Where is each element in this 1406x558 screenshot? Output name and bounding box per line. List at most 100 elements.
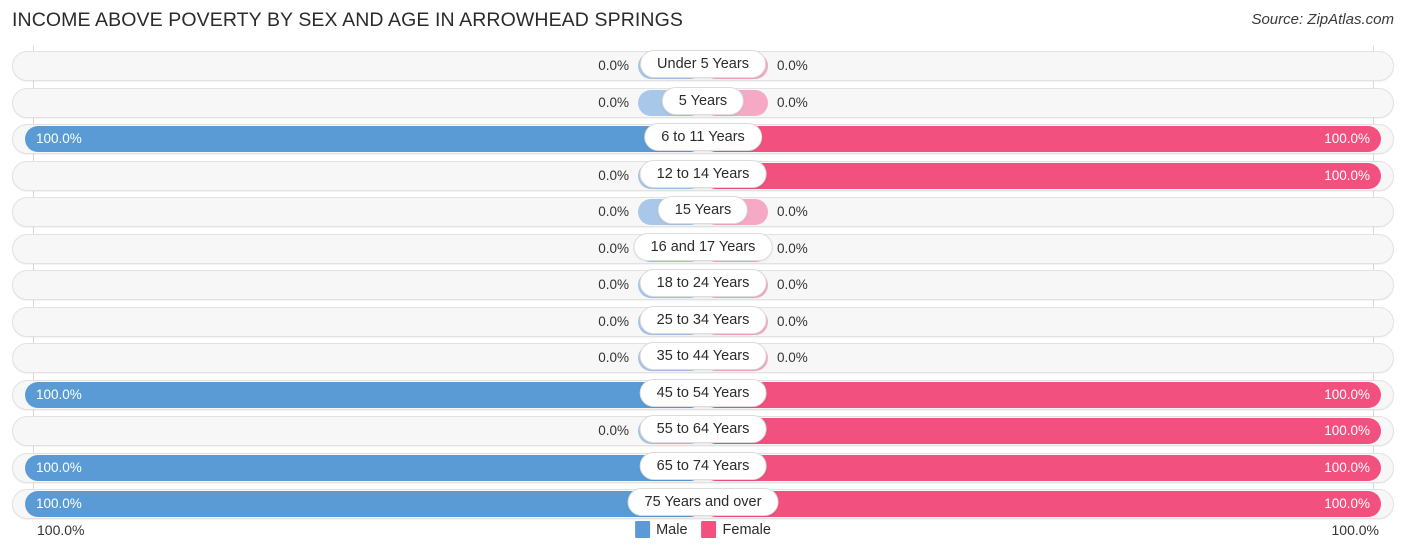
male-half: 0.0%: [25, 345, 703, 371]
category-label: 16 and 17 Years: [633, 232, 773, 261]
female-value-label: 0.0%: [777, 94, 808, 110]
female-value-label: 100.0%: [1324, 131, 1370, 146]
male-value-label: 0.0%: [598, 240, 629, 256]
female-half: 0.0%: [703, 53, 1381, 79]
female-bar[interactable]: 100.0%: [703, 454, 1381, 481]
female-bar[interactable]: 100.0%: [703, 126, 1381, 152]
female-value-label: 0.0%: [777, 277, 808, 292]
chart-page: INCOME ABOVE POVERTY BY SEX AND AGE IN A…: [0, 0, 1406, 558]
female-value-label: 0.0%: [777, 204, 808, 219]
category-label: 45 to 54 Years: [639, 378, 767, 407]
female-half: 100.0%: [703, 126, 1381, 152]
chart-row: 100.0% 100.0% 65 to 74 Years: [12, 451, 1394, 483]
male-half: 0.0%: [25, 235, 703, 262]
male-value-label: 0.0%: [598, 423, 629, 438]
category-label: 25 to 34 Years: [639, 305, 767, 334]
chart-plot-area: 0.0% 0.0% Under 5 Years 0.0% 0.0% 5 Years 100.…: [0, 46, 1406, 519]
female-value-label: 0.0%: [777, 240, 808, 256]
male-value-label: 100.0%: [36, 386, 82, 402]
male-value-label: 0.0%: [598, 167, 629, 183]
category-label: 15 Years: [657, 196, 749, 224]
legend-item[interactable]: Female: [701, 521, 771, 538]
male-half: 0.0%: [25, 308, 703, 335]
female-value-label: 0.0%: [777, 58, 808, 73]
chart-row: 100.0% 100.0% 6 to 11 Years: [12, 123, 1394, 154]
female-value-label: 100.0%: [1324, 167, 1370, 183]
chart-row: 0.0% 0.0% 25 to 34 Years: [12, 305, 1394, 337]
legend-swatch-icon: [635, 521, 651, 538]
category-label: 35 to 44 Years: [639, 342, 767, 370]
female-half: 0.0%: [703, 199, 1381, 225]
legend-item[interactable]: Male: [635, 521, 688, 538]
male-half: 0.0%: [25, 162, 703, 189]
male-half: 0.0%: [25, 418, 703, 444]
category-label: 12 to 14 Years: [639, 159, 767, 188]
male-half: 100.0%: [25, 381, 703, 408]
female-half: 0.0%: [703, 89, 1381, 116]
legend-label: Female: [722, 521, 771, 538]
female-bar[interactable]: 100.0%: [703, 381, 1381, 408]
chart-footer: 100.0% 100.0% Male Female: [0, 518, 1406, 550]
axis-label-right: 100.0%: [1331, 522, 1379, 538]
male-value-label: 0.0%: [598, 277, 629, 292]
category-label: 55 to 64 Years: [639, 415, 767, 443]
chart-row: 0.0% 0.0% 16 and 17 Years: [12, 232, 1394, 264]
female-value-label: 0.0%: [777, 350, 808, 365]
male-half: 0.0%: [25, 53, 703, 79]
category-label: 6 to 11 Years: [644, 123, 762, 151]
female-value-label: 100.0%: [1324, 386, 1370, 402]
chart-row: 0.0% 0.0% Under 5 Years: [12, 50, 1394, 81]
category-label: 75 Years and over: [627, 488, 779, 516]
chart-row: 100.0% 100.0% 75 Years and over: [12, 488, 1394, 519]
category-label: 5 Years: [661, 86, 745, 115]
male-bar[interactable]: 100.0%: [25, 126, 703, 152]
female-value-label: 100.0%: [1324, 423, 1370, 438]
chart-row: 0.0% 0.0% 5 Years: [12, 86, 1394, 118]
source-attribution: Source: ZipAtlas.com: [1251, 11, 1394, 28]
male-half: 100.0%: [25, 491, 703, 517]
male-bar[interactable]: 100.0%: [25, 454, 703, 481]
page-title: INCOME ABOVE POVERTY BY SEX AND AGE IN A…: [12, 9, 683, 31]
chart-row: 0.0% 0.0% 18 to 24 Years: [12, 269, 1394, 300]
female-half: 0.0%: [703, 235, 1381, 262]
chart-row: 0.0% 0.0% 35 to 44 Years: [12, 342, 1394, 373]
female-half: 100.0%: [703, 418, 1381, 444]
male-half: 0.0%: [25, 199, 703, 225]
category-label: 65 to 74 Years: [639, 451, 767, 480]
male-value-label: 0.0%: [598, 58, 629, 73]
male-value-label: 0.0%: [598, 313, 629, 329]
female-value-label: 100.0%: [1324, 459, 1370, 475]
chart-row: 0.0% 100.0% 55 to 64 Years: [12, 415, 1394, 446]
male-half: 100.0%: [25, 454, 703, 481]
male-value-label: 100.0%: [36, 496, 82, 511]
male-value-label: 0.0%: [598, 204, 629, 219]
male-bar[interactable]: 100.0%: [25, 381, 703, 408]
chart-row: 100.0% 100.0% 45 to 54 Years: [12, 378, 1394, 410]
female-bar[interactable]: 100.0%: [703, 162, 1381, 189]
female-half: 100.0%: [703, 454, 1381, 481]
female-half: 0.0%: [703, 345, 1381, 371]
female-half: 0.0%: [703, 272, 1381, 298]
female-value-label: 100.0%: [1324, 496, 1370, 511]
chart-legend: Male Female: [635, 521, 771, 538]
chart-header: INCOME ABOVE POVERTY BY SEX AND AGE IN A…: [0, 0, 1406, 44]
female-bar[interactable]: 100.0%: [703, 418, 1381, 444]
male-value-label: 0.0%: [598, 350, 629, 365]
axis-label-left: 100.0%: [37, 522, 85, 538]
chart-row: 0.0% 0.0% 15 Years: [12, 196, 1394, 227]
legend-label: Male: [656, 521, 688, 538]
male-bar[interactable]: 100.0%: [25, 491, 703, 517]
male-half: 0.0%: [25, 272, 703, 298]
female-value-label: 0.0%: [777, 313, 808, 329]
female-half: 100.0%: [703, 491, 1381, 517]
category-label: 18 to 24 Years: [639, 269, 767, 297]
male-value-label: 0.0%: [598, 94, 629, 110]
male-value-label: 100.0%: [36, 459, 82, 475]
male-value-label: 100.0%: [36, 131, 82, 146]
female-half: 100.0%: [703, 381, 1381, 408]
female-half: 100.0%: [703, 162, 1381, 189]
female-bar[interactable]: 100.0%: [703, 491, 1381, 517]
chart-row: 0.0% 100.0% 12 to 14 Years: [12, 159, 1394, 191]
female-half: 0.0%: [703, 308, 1381, 335]
male-half: 100.0%: [25, 126, 703, 152]
